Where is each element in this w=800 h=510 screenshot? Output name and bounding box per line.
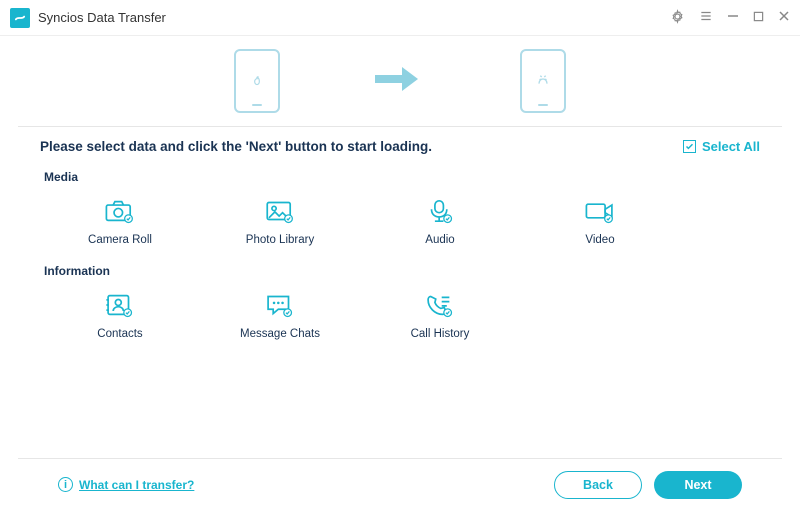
info-icon: i	[58, 477, 73, 492]
message-chats-icon	[200, 288, 360, 322]
titlebar: Syncios Data Transfer	[0, 0, 800, 36]
video-icon	[520, 194, 680, 228]
instruction-text: Please select data and click the 'Next' …	[40, 139, 432, 154]
app-logo-icon	[10, 8, 30, 28]
app-title: Syncios Data Transfer	[38, 10, 166, 25]
help-section: i What can I transfer?	[58, 477, 194, 492]
item-message-chats[interactable]: Message Chats	[200, 288, 360, 340]
target-device-icon	[520, 49, 566, 113]
item-label: Camera Roll	[40, 234, 200, 246]
main-content: Please select data and click the 'Next' …	[0, 127, 800, 340]
minimize-button[interactable]	[727, 10, 739, 25]
source-device-icon	[234, 49, 280, 113]
photo-library-icon	[200, 194, 360, 228]
select-all-label: Select All	[702, 139, 760, 154]
select-all-toggle[interactable]: Select All	[683, 139, 760, 154]
device-row	[0, 36, 800, 126]
item-label: Photo Library	[200, 234, 360, 246]
item-video[interactable]: Video	[520, 194, 680, 246]
item-label: Video	[520, 234, 680, 246]
item-camera-roll[interactable]: Camera Roll	[40, 194, 200, 246]
item-label: Call History	[360, 328, 520, 340]
item-label: Contacts	[40, 328, 200, 340]
transfer-arrow-icon	[370, 61, 430, 102]
maximize-button[interactable]	[753, 10, 764, 25]
item-call-history[interactable]: Call History	[360, 288, 520, 340]
select-all-checkbox-icon	[683, 140, 696, 153]
information-grid: Contacts Message Chats Call History	[40, 288, 760, 340]
back-button[interactable]: Back	[554, 471, 642, 499]
footer-buttons: Back Next	[554, 471, 742, 499]
menu-icon[interactable]	[699, 9, 713, 26]
instruction-row: Please select data and click the 'Next' …	[40, 139, 760, 154]
call-history-icon	[360, 288, 520, 322]
item-photo-library[interactable]: Photo Library	[200, 194, 360, 246]
item-label: Message Chats	[200, 328, 360, 340]
item-audio[interactable]: Audio	[360, 194, 520, 246]
item-contacts[interactable]: Contacts	[40, 288, 200, 340]
help-link[interactable]: What can I transfer?	[79, 478, 194, 492]
close-button[interactable]	[778, 10, 790, 25]
audio-icon	[360, 194, 520, 228]
camera-roll-icon	[40, 194, 200, 228]
settings-icon[interactable]	[670, 9, 685, 27]
contacts-icon	[40, 288, 200, 322]
section-title-information: Information	[44, 264, 760, 278]
window-controls	[670, 9, 790, 27]
section-title-media: Media	[44, 170, 760, 184]
media-grid: Camera Roll Photo Library Audio Video	[40, 194, 760, 246]
item-label: Audio	[360, 234, 520, 246]
next-button[interactable]: Next	[654, 471, 742, 499]
footer: i What can I transfer? Back Next	[18, 458, 782, 510]
